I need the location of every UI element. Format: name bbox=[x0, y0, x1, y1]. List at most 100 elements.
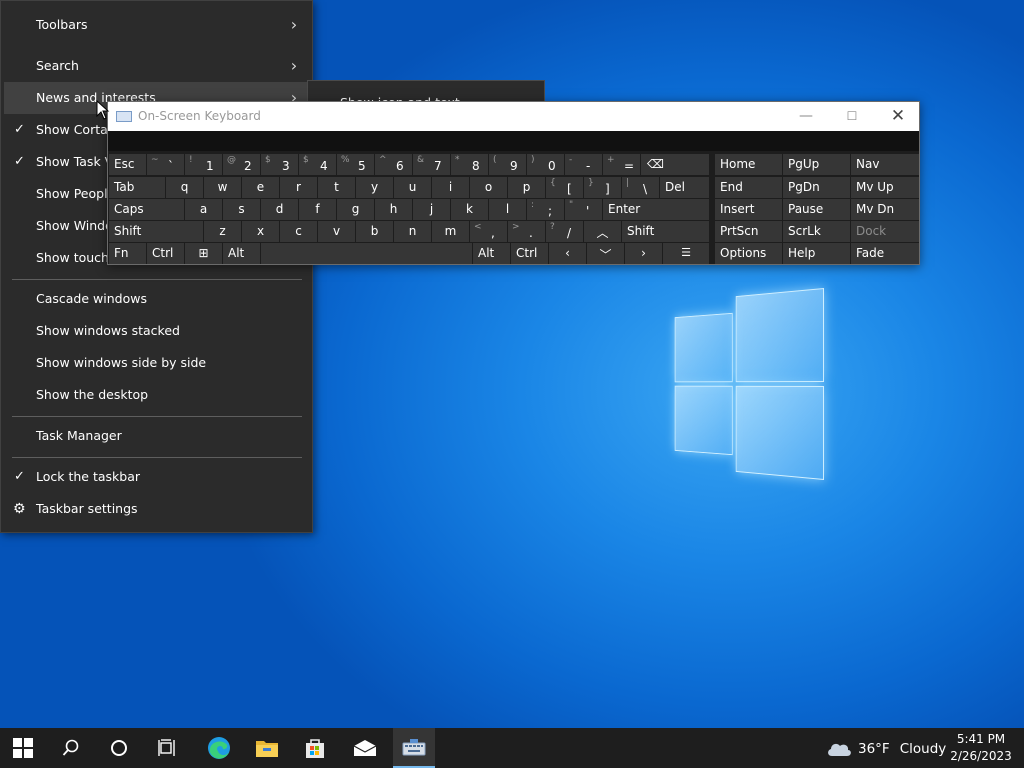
key-4[interactable]: $4 bbox=[299, 154, 336, 175]
key-minus[interactable]: -- bbox=[565, 154, 602, 175]
menu-item-lock-the-taskbar[interactable]: ✓ Lock the taskbar bbox=[4, 461, 311, 493]
key-caps[interactable]: Caps bbox=[109, 199, 184, 220]
key-prtscn[interactable]: PrtScn bbox=[715, 221, 782, 242]
key-esc[interactable]: Esc bbox=[109, 154, 146, 175]
key-r[interactable]: r bbox=[280, 177, 317, 198]
key-scrlk[interactable]: ScrLk bbox=[783, 221, 850, 242]
key-h[interactable]: h bbox=[375, 199, 412, 220]
key-nav[interactable]: Nav bbox=[851, 154, 919, 175]
key-shift-right[interactable]: Shift bbox=[622, 221, 709, 242]
key-equals[interactable]: + = bbox=[603, 154, 640, 175]
system-clock[interactable]: 5:41 PM 2/26/2023 bbox=[946, 731, 1016, 765]
key-m[interactable]: m bbox=[432, 221, 469, 242]
key-quote[interactable]: " ' bbox=[565, 199, 602, 220]
key-1[interactable]: ! 1 bbox=[185, 154, 222, 175]
key-z[interactable]: z bbox=[204, 221, 241, 242]
key-u[interactable]: u bbox=[394, 177, 431, 198]
key-y[interactable]: y bbox=[356, 177, 393, 198]
task-view-button[interactable] bbox=[144, 728, 190, 768]
key-n[interactable]: n bbox=[394, 221, 431, 242]
key-i[interactable]: i bbox=[432, 177, 469, 198]
key-mv-dn[interactable]: Mv Dn bbox=[851, 199, 919, 220]
key-w[interactable]: w bbox=[204, 177, 241, 198]
close-button[interactable]: ✕ bbox=[875, 102, 921, 131]
key-arrow-left[interactable]: ‹ bbox=[549, 243, 586, 264]
on-screen-keyboard-taskbar-button[interactable] bbox=[393, 728, 435, 768]
key-0[interactable]: ) 0 bbox=[527, 154, 564, 175]
key-pgdn[interactable]: PgDn bbox=[783, 177, 850, 198]
key-2[interactable]: @2 bbox=[223, 154, 260, 175]
key-3[interactable]: $3 bbox=[261, 154, 298, 175]
key-backtick[interactable]: ~ ` bbox=[147, 154, 184, 175]
key-s[interactable]: s bbox=[223, 199, 260, 220]
key-backspace[interactable]: ⌫ bbox=[641, 154, 709, 175]
key-mv-up[interactable]: Mv Up bbox=[851, 177, 919, 198]
key-slash[interactable]: ? / bbox=[546, 221, 583, 242]
key-ctrl-left[interactable]: Ctrl bbox=[147, 243, 184, 264]
key-pgup[interactable]: PgUp bbox=[783, 154, 850, 175]
key-help[interactable]: Help bbox=[783, 243, 850, 264]
menu-item-cascade-windows[interactable]: Cascade windows bbox=[4, 283, 311, 315]
menu-item-taskbar-settings[interactable]: ⚙ Taskbar settings bbox=[4, 493, 311, 525]
key-pause[interactable]: Pause bbox=[783, 199, 850, 220]
key-insert[interactable]: Insert bbox=[715, 199, 782, 220]
key-6[interactable]: ^ 6 bbox=[375, 154, 412, 175]
key-windows[interactable]: ⊞ bbox=[185, 243, 222, 264]
key-9[interactable]: (9 bbox=[489, 154, 526, 175]
key-fade[interactable]: Fade bbox=[851, 243, 919, 264]
key-g[interactable]: g bbox=[337, 199, 374, 220]
menu-item-show-windows-stacked[interactable]: Show windows stacked bbox=[4, 315, 311, 347]
key-arrow-right[interactable]: › bbox=[625, 243, 662, 264]
key-enter[interactable]: Enter bbox=[603, 199, 709, 220]
osk-title-bar[interactable]: On-Screen Keyboard — ☐ ✕ bbox=[108, 102, 919, 131]
key-5[interactable]: % 5 bbox=[337, 154, 374, 175]
key-t[interactable]: t bbox=[318, 177, 355, 198]
key-arrow-up[interactable]: ︿ bbox=[584, 221, 621, 242]
search-button[interactable] bbox=[48, 728, 94, 768]
key-b[interactable]: b bbox=[356, 221, 393, 242]
key-del[interactable]: Del bbox=[660, 177, 709, 198]
key-f[interactable]: f bbox=[299, 199, 336, 220]
key-8[interactable]: * 8 bbox=[451, 154, 488, 175]
key-x[interactable]: x bbox=[242, 221, 279, 242]
key-c[interactable]: c bbox=[280, 221, 317, 242]
key-alt-right[interactable]: Alt bbox=[473, 243, 510, 264]
maximize-button[interactable]: ☐ bbox=[829, 102, 875, 131]
key-options[interactable]: Options bbox=[715, 243, 782, 264]
store-button[interactable] bbox=[292, 728, 338, 768]
key-home[interactable]: Home bbox=[715, 154, 782, 175]
menu-item-show-the-desktop[interactable]: Show the desktop bbox=[4, 379, 311, 411]
edge-button[interactable] bbox=[196, 728, 242, 768]
key-period[interactable]: >. bbox=[508, 221, 545, 242]
minimize-button[interactable]: — bbox=[783, 102, 829, 131]
mail-button[interactable] bbox=[342, 728, 388, 768]
key-o[interactable]: o bbox=[470, 177, 507, 198]
menu-item-toolbars[interactable]: Toolbars › bbox=[4, 9, 311, 41]
key-alt-left[interactable]: Alt bbox=[223, 243, 260, 264]
key-p[interactable]: p bbox=[508, 177, 545, 198]
key-7[interactable]: & 7 bbox=[413, 154, 450, 175]
key-a[interactable]: a bbox=[185, 199, 222, 220]
menu-item-task-manager[interactable]: Task Manager bbox=[4, 420, 311, 452]
key-l[interactable]: l bbox=[489, 199, 526, 220]
key-tab[interactable]: Tab bbox=[109, 177, 165, 198]
key-shift-left[interactable]: Shift bbox=[109, 221, 203, 242]
start-button[interactable] bbox=[0, 728, 46, 768]
menu-item-show-windows-side-by-side[interactable]: Show windows side by side bbox=[4, 347, 311, 379]
key-close-bracket[interactable]: }] bbox=[584, 177, 621, 198]
key-semicolon[interactable]: :; bbox=[527, 199, 564, 220]
key-open-bracket[interactable]: {[ bbox=[546, 177, 583, 198]
key-e[interactable]: e bbox=[242, 177, 279, 198]
key-comma[interactable]: <, bbox=[470, 221, 507, 242]
key-dock[interactable]: Dock bbox=[851, 221, 919, 242]
key-arrow-down[interactable]: ﹀ bbox=[587, 243, 624, 264]
weather-widget[interactable]: 36°F Cloudy bbox=[826, 740, 946, 758]
key-end[interactable]: End bbox=[715, 177, 782, 198]
key-q[interactable]: q bbox=[166, 177, 203, 198]
key-d[interactable]: d bbox=[261, 199, 298, 220]
key-ctrl-right[interactable]: Ctrl bbox=[511, 243, 548, 264]
key-k[interactable]: k bbox=[451, 199, 488, 220]
menu-item-search[interactable]: Search › bbox=[4, 50, 311, 82]
file-explorer-button[interactable] bbox=[244, 728, 290, 768]
key-fn[interactable]: Fn bbox=[109, 243, 146, 264]
